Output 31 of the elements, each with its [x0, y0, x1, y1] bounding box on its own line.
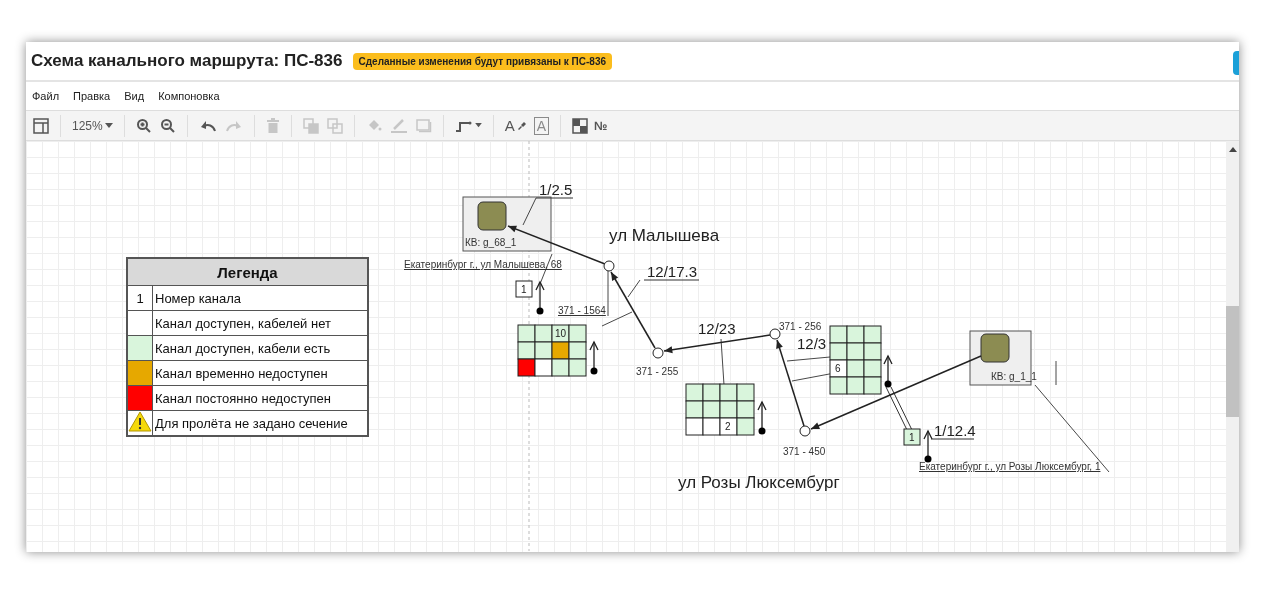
font-color-button[interactable]: A [501, 113, 529, 138]
node-label: 371 - 256 [779, 321, 822, 332]
span-label: 1/2.5 [535, 181, 574, 199]
address-label: Екатеринбург г., ул Розы Люксембург, 1 [919, 461, 1101, 472]
node-label: 371 - 255 [636, 366, 679, 377]
zoom-button[interactable]: 125% [69, 113, 116, 138]
notice-badge: Сделанные изменения будут привязаны к ПС-836 [352, 52, 613, 70]
window-title: Схема канального маршрута: ПС-836 [31, 51, 343, 71]
node-label: 371 - 450 [783, 446, 826, 457]
well-label: КВ: g_1_1 [991, 371, 1037, 382]
legend-title: Легенда [127, 258, 368, 286]
channel-number: 10 [555, 328, 567, 339]
span-label: 12/23 [698, 320, 736, 337]
channel-number: 6 [835, 363, 841, 374]
well-label: КВ: g_68_1 [465, 237, 517, 248]
span-label: 12/17.3 [643, 263, 700, 281]
node-label: 371 - 1564 [558, 305, 606, 316]
channel-number: 2 [725, 421, 731, 432]
menu-item[interactable]: Файл [32, 90, 60, 102]
menu-item[interactable]: Компоновка [158, 90, 220, 102]
address-label: Екатеринбург г., ул Малышева, 68 [404, 259, 562, 270]
span-label: 12/3 [797, 335, 827, 352]
street-label: ул Малышева [609, 226, 720, 245]
menu-item[interactable]: Правка [73, 90, 111, 102]
channel-number: 1 [909, 432, 915, 443]
span-label: 1/12.4 [930, 422, 976, 440]
numbering-button[interactable]: № [569, 113, 611, 138]
channel-number: 1 [521, 284, 527, 295]
legend-sample: 1 [136, 290, 144, 306]
street-label: ул Розы Люксембург [678, 473, 840, 492]
menu-item[interactable]: Вид [124, 90, 145, 102]
